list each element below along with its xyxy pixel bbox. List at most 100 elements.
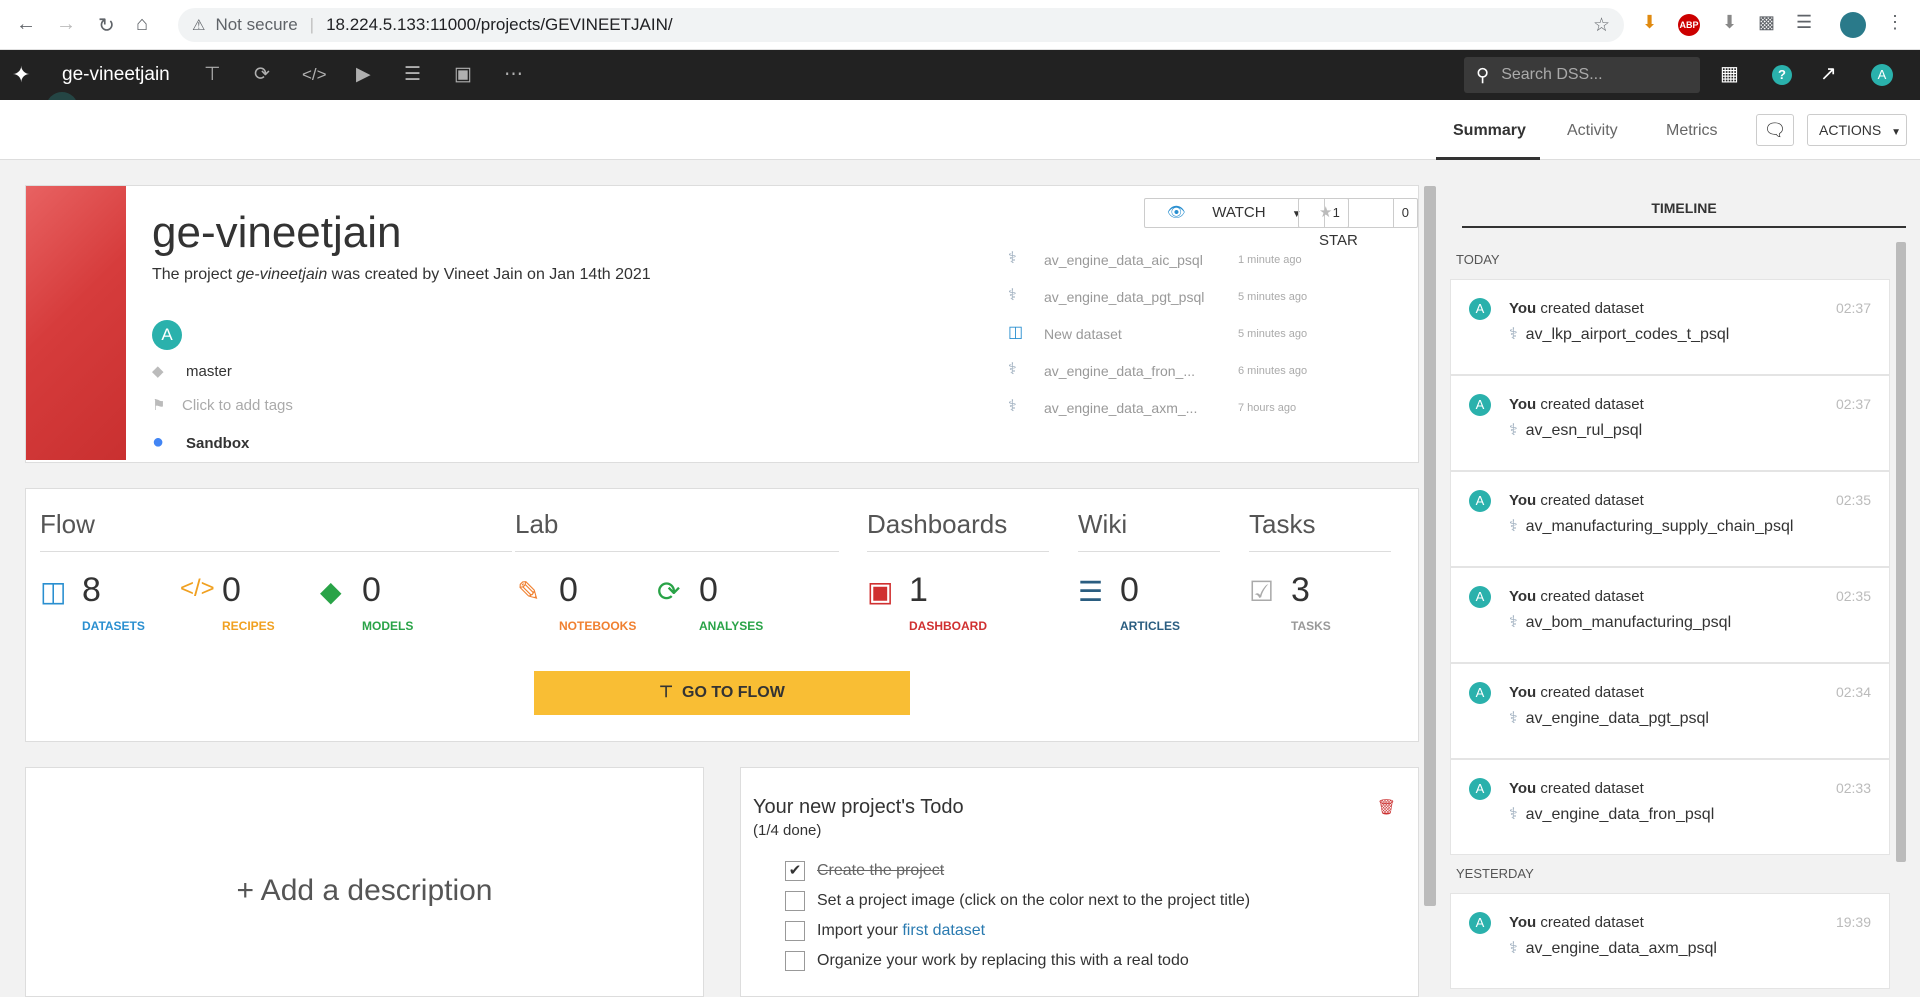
user-avatar[interactable]: A — [1871, 64, 1893, 86]
forward-icon[interactable]: → — [56, 13, 76, 36]
run-play-icon[interactable]: ▶ — [356, 63, 371, 86]
recent-item[interactable]: ⚕ av_engine_data_aic_psql 1 minute ago — [1008, 248, 1302, 268]
flow-icon[interactable]: ⊤ — [204, 63, 221, 86]
todo-item[interactable]: Import your first dataset — [785, 921, 985, 941]
timeline-dataset[interactable]: ⚕ av_engine_data_pgt_psql — [1509, 708, 1709, 728]
section-lab-title[interactable]: Lab — [515, 509, 558, 540]
browser-toolbar: ← → ↻ ⌂ ⚠ Not secure | 18.224.5.133:1100… — [0, 0, 1920, 50]
browser-menu-icon[interactable]: ⋮ — [1886, 12, 1904, 33]
extension-download-icon[interactable]: ⬇ — [1722, 12, 1737, 33]
postgres-icon: ⚕ — [1509, 326, 1518, 343]
download-icon[interactable]: ⬇ — [1642, 12, 1657, 33]
dashboard-icon[interactable]: ▣ — [454, 63, 472, 86]
timeline-dataset[interactable]: ⚕ av_manufacturing_supply_chain_psql — [1509, 516, 1793, 536]
recent-item[interactable]: ⚕ av_engine_data_axm_... 7 hours ago — [1008, 396, 1296, 416]
security-label: Not secure — [215, 15, 298, 34]
address-bar[interactable]: ⚠ Not secure | 18.224.5.133:11000/projec… — [178, 8, 1624, 42]
checkbox[interactable] — [785, 951, 805, 971]
postgres-icon: ⚕ — [1509, 940, 1518, 957]
back-icon[interactable]: ← — [16, 13, 36, 36]
star-button[interactable]: ★ STAR 0 — [1298, 198, 1418, 249]
todo-text: Create the project — [817, 862, 945, 880]
discussions-button[interactable]: 🗨 — [1756, 114, 1794, 146]
recent-item[interactable]: ◫ New dataset 5 minutes ago — [1008, 322, 1307, 342]
timeline-scrollbar[interactable] — [1896, 242, 1906, 862]
timeline-entry[interactable]: A You created dataset 02:37 ⚕ av_lkp_airport… — [1450, 279, 1890, 375]
recent-item-name: New dataset — [1044, 326, 1122, 342]
branch-row[interactable]: ◆ master — [152, 362, 232, 380]
timeline-entry[interactable]: A You created dataset 02:35 ⚕ av_manufacturi… — [1450, 471, 1890, 567]
recent-item[interactable]: ⚕ av_engine_data_fron_... 6 minutes ago — [1008, 359, 1307, 379]
timeline-entry[interactable]: A You created dataset 02:34 ⚕ av_engine_data… — [1450, 663, 1890, 759]
go-to-flow-button[interactable]: ⊤ GO TO FLOW — [534, 671, 910, 715]
tab-activity[interactable]: Activity — [1567, 122, 1618, 140]
actor: You — [1509, 914, 1537, 931]
caret-down-icon: ▼ — [1891, 127, 1902, 138]
timeline-action: You created dataset — [1509, 492, 1644, 509]
project-title[interactable]: ge-vineetjain — [152, 208, 402, 258]
first-dataset-link[interactable]: first dataset — [902, 922, 985, 939]
owner-avatar[interactable]: A — [152, 320, 182, 350]
timeline-dataset[interactable]: ⚕ av_esn_rul_psql — [1509, 420, 1642, 440]
flow-icon: ⊤ — [659, 684, 674, 701]
reading-list-icon[interactable]: ☰ — [1796, 12, 1812, 33]
desc-prefix: The project — [152, 266, 237, 283]
more-menu-icon[interactable]: ⋯ — [504, 63, 523, 86]
tags-row[interactable]: ⚑ Click to add tags — [152, 396, 293, 414]
search-input[interactable]: ⚲ Search DSS... — [1464, 57, 1700, 93]
recent-item-name: av_engine_data_pgt_psql — [1044, 289, 1205, 305]
timeline-time: 02:35 — [1835, 588, 1871, 604]
checkbox[interactable] — [785, 921, 805, 941]
todo-item[interactable]: Set a project image (click on the color … — [785, 891, 1250, 911]
timeline-dataset[interactable]: ⚕ av_lkp_airport_codes_t_psql — [1509, 324, 1729, 344]
user-avatar: A — [1469, 586, 1491, 608]
stat-number: 1 — [909, 571, 928, 609]
timeline-dataset[interactable]: ⚕ av_engine_data_fron_psql — [1509, 804, 1714, 824]
section-flow-title[interactable]: Flow — [40, 509, 95, 540]
url-text[interactable]: 18.224.5.133:11000/projects/GEVINEETJAIN… — [326, 15, 673, 35]
main-scrollbar[interactable] — [1424, 186, 1436, 906]
wiki-stack-icon[interactable]: ☰ — [404, 63, 421, 86]
extensions-puzzle-icon[interactable]: ▩ — [1758, 12, 1775, 33]
tab-metrics[interactable]: Metrics — [1666, 122, 1718, 140]
apps-grid-icon[interactable]: ▦ — [1720, 61, 1739, 86]
todo-item[interactable]: ✔ Create the project — [785, 861, 944, 881]
timeline-time: 02:34 — [1835, 684, 1871, 700]
checkbox-checked[interactable]: ✔ — [785, 861, 805, 881]
recent-item-time: 1 minute ago — [1238, 254, 1302, 266]
dataiku-bird-logo-icon[interactable]: ✦ — [12, 62, 30, 88]
actions-dropdown[interactable]: ACTIONS ▼ — [1807, 114, 1907, 146]
bookmark-star-icon[interactable]: ☆ — [1593, 14, 1610, 37]
timeline-entry[interactable]: A You created dataset 02:37 ⚕ av_esn_rul_psq… — [1450, 375, 1890, 471]
todo-item[interactable]: Organize your work by replacing this wit… — [785, 951, 1189, 971]
stat-number: 0 — [222, 571, 241, 609]
profile-avatar-icon[interactable] — [1840, 12, 1866, 38]
reload-icon[interactable]: ↻ — [98, 13, 115, 38]
section-tasks-title[interactable]: Tasks — [1249, 509, 1315, 540]
day-label-yesterday: YESTERDAY — [1456, 866, 1534, 881]
timeline-entry[interactable]: A You created dataset 02:35 ⚕ av_bom_manufac… — [1450, 567, 1890, 663]
timeline-dataset[interactable]: ⚕ av_bom_manufacturing_psql — [1509, 612, 1731, 632]
verb: created dataset — [1540, 588, 1644, 605]
project-color-block[interactable] — [26, 186, 126, 460]
home-icon[interactable]: ⌂ — [136, 13, 148, 36]
tab-summary[interactable]: Summary — [1453, 122, 1526, 140]
project-name[interactable]: ge-vineetjain — [62, 64, 170, 86]
section-wiki-title[interactable]: Wiki — [1078, 509, 1127, 540]
trash-icon[interactable]: 🗑 — [1377, 798, 1396, 816]
add-description-link[interactable]: + Add a description — [26, 874, 703, 908]
status-row[interactable]: ● Sandbox — [152, 431, 249, 454]
timeline-entry[interactable]: A You created dataset 19:39 ⚕ av_engine_data… — [1450, 893, 1890, 989]
trending-icon[interactable]: ↗ — [1820, 61, 1837, 86]
section-dashboards-title[interactable]: Dashboards — [867, 509, 1007, 540]
help-icon[interactable]: ? — [1772, 65, 1792, 85]
dataset-name: av_engine_data_fron_psql — [1525, 806, 1715, 823]
adblock-icon[interactable]: ABP — [1678, 14, 1700, 36]
code-icon[interactable]: </> — [302, 65, 327, 85]
timeline-entry[interactable]: A You created dataset 02:33 ⚕ av_engine_data… — [1450, 759, 1890, 855]
timeline-dataset[interactable]: ⚕ av_engine_data_axm_psql — [1509, 938, 1717, 958]
analyses-icon[interactable]: ⟳ — [254, 63, 270, 86]
recent-item[interactable]: ⚕ av_engine_data_pgt_psql 5 minutes ago — [1008, 285, 1307, 305]
stat-label: TASKS — [1291, 619, 1331, 633]
checkbox[interactable] — [785, 891, 805, 911]
